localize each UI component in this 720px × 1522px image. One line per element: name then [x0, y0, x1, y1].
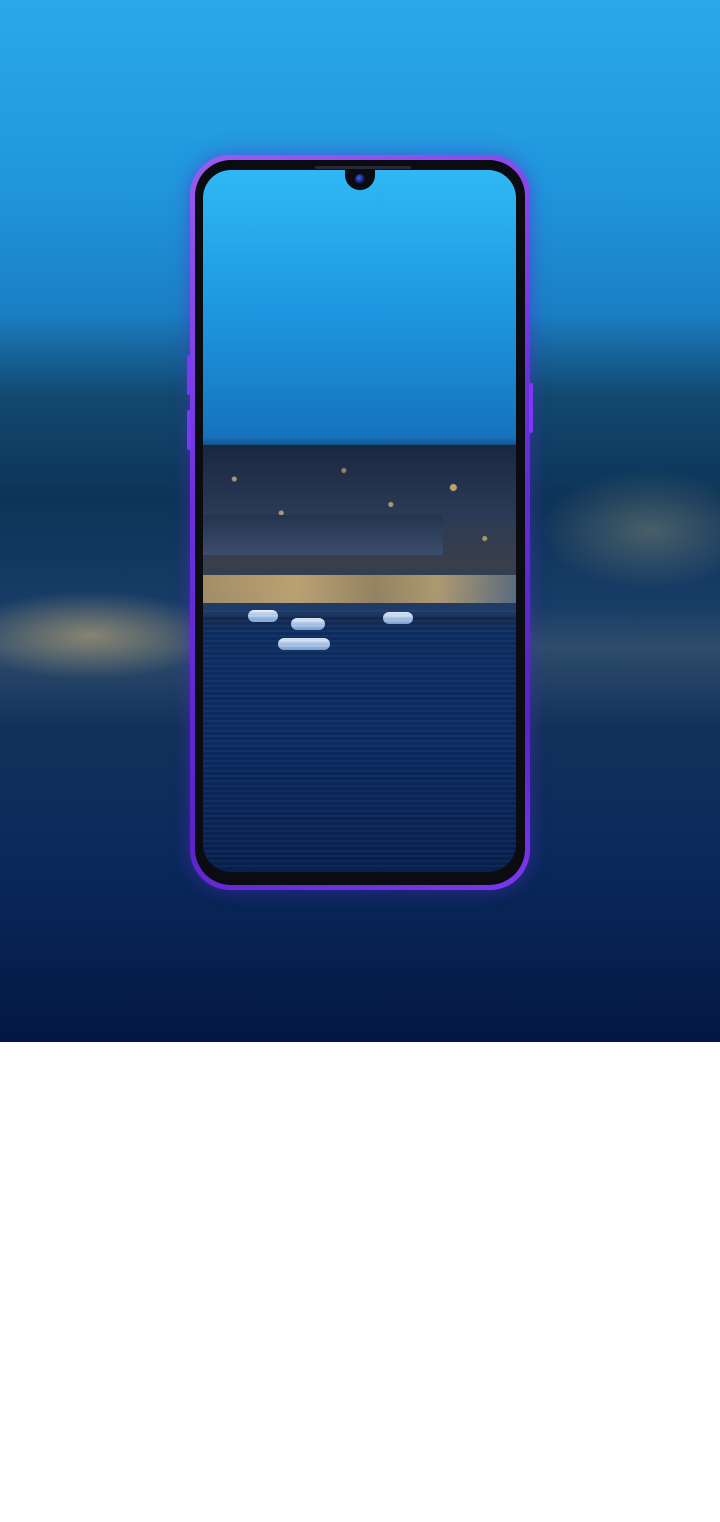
phone-screen-wallpaper [203, 170, 516, 872]
power-button [529, 383, 533, 433]
phone-illustration [187, 155, 533, 890]
product-page [0, 0, 720, 1522]
earpiece-speaker [315, 166, 411, 169]
front-camera-icon [355, 174, 365, 184]
station-building [203, 515, 443, 555]
blank-content-area [0, 1042, 720, 1522]
hero-banner [0, 0, 720, 1042]
display-notch [345, 170, 375, 190]
harbor-lights [203, 575, 516, 603]
volume-button [187, 355, 191, 395]
volume-button [187, 410, 191, 450]
blurred-background-glow [0, 590, 220, 680]
blurred-background-glow [540, 470, 720, 590]
water [203, 610, 516, 870]
